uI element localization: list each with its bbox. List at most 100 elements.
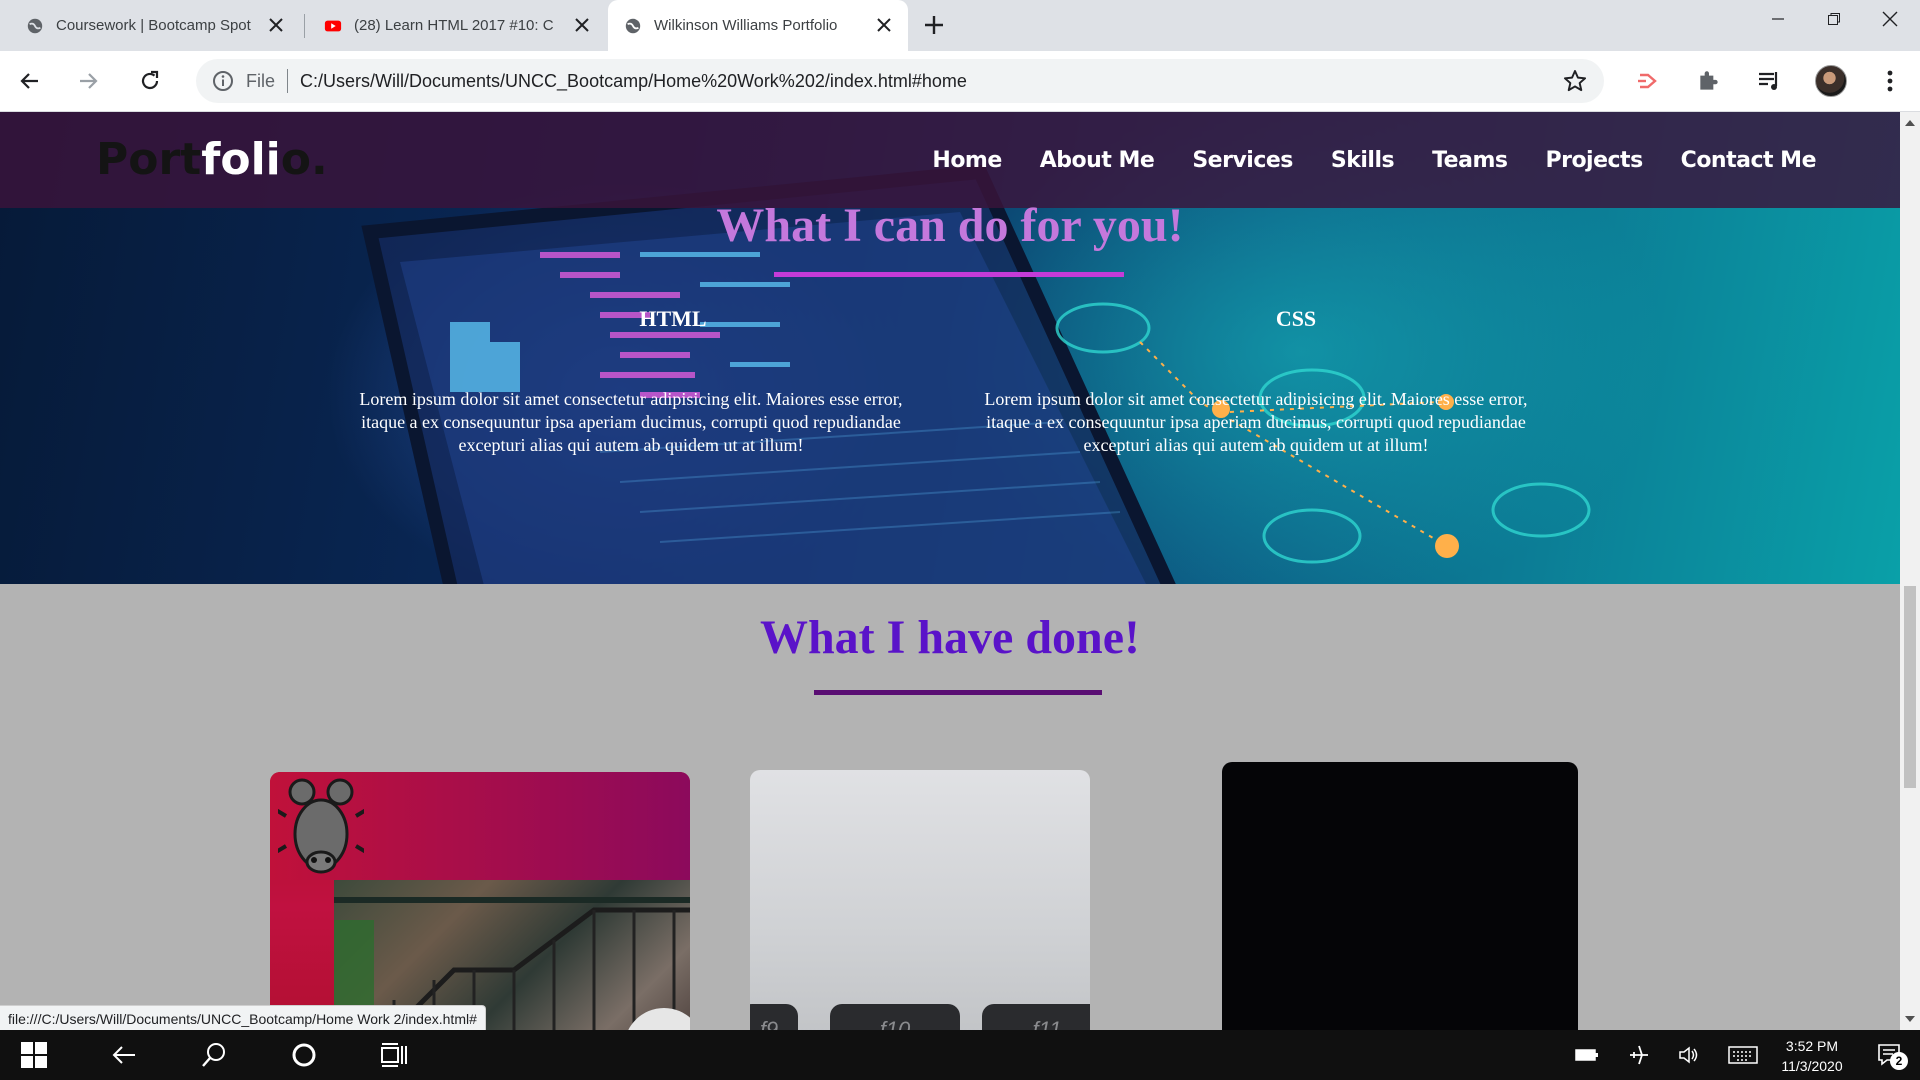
services-section: Portfolio. Home About Me Services Skills… bbox=[0, 112, 1900, 584]
browser-toolbar: File C:/Users/Will/Documents/UNCC_Bootca… bbox=[0, 51, 1920, 112]
close-icon[interactable] bbox=[874, 15, 894, 35]
scroll-down-icon[interactable] bbox=[1905, 1016, 1915, 1024]
page-scrollbar[interactable] bbox=[1900, 112, 1920, 1030]
airplane-mode-button[interactable] bbox=[1616, 1030, 1662, 1080]
close-window-button[interactable] bbox=[1860, 0, 1920, 38]
action-center-button[interactable]: 2 bbox=[1866, 1030, 1914, 1080]
address-bar[interactable]: File C:/Users/Will/Documents/UNCC_Bootca… bbox=[196, 59, 1604, 103]
speaker-icon bbox=[1679, 1046, 1698, 1064]
more-vertical-icon bbox=[1887, 70, 1893, 92]
nav-menu: Home About Me Services Skills Teams Proj… bbox=[932, 148, 1816, 173]
close-icon[interactable] bbox=[266, 15, 286, 35]
puzzle-icon bbox=[1700, 71, 1718, 90]
tab-title: Coursework | Bootcamp Spot bbox=[56, 17, 251, 34]
search-icon bbox=[202, 1043, 225, 1067]
volume-button[interactable] bbox=[1666, 1030, 1712, 1080]
minimize-icon bbox=[1772, 18, 1784, 20]
back-button[interactable] bbox=[10, 61, 50, 101]
battery-button[interactable] bbox=[1564, 1030, 1610, 1080]
tab-strip: Coursework | Bootcamp Spot (28) Learn HT… bbox=[0, 0, 1920, 51]
nav-home[interactable]: Home bbox=[932, 148, 1002, 173]
site-logo[interactable]: Portfolio. bbox=[96, 134, 328, 185]
logo-part: o. bbox=[280, 134, 328, 185]
keyboard-key: f10 bbox=[830, 1004, 960, 1030]
restore-button[interactable] bbox=[1804, 0, 1864, 38]
scroll-up-icon[interactable] bbox=[1905, 118, 1915, 126]
page-viewport: Portfolio. Home About Me Services Skills… bbox=[0, 112, 1900, 1030]
battery-icon bbox=[1575, 1049, 1598, 1061]
project-card-dark[interactable] bbox=[1222, 762, 1578, 1030]
nav-skills[interactable]: Skills bbox=[1331, 148, 1395, 173]
scrollbar-thumb[interactable] bbox=[1904, 586, 1916, 788]
url-text[interactable]: C:/Users/Will/Documents/UNCC_Bootcamp/Ho… bbox=[300, 71, 967, 92]
menu-button[interactable] bbox=[1870, 61, 1910, 101]
task-view-icon bbox=[381, 1043, 407, 1067]
info-icon[interactable] bbox=[212, 70, 234, 92]
nav-projects[interactable]: Projects bbox=[1545, 148, 1643, 173]
close-icon[interactable] bbox=[572, 15, 592, 35]
avatar bbox=[1815, 65, 1847, 97]
clock-date: 11/3/2020 bbox=[1781, 1058, 1843, 1074]
nav-teams[interactable]: Teams bbox=[1432, 148, 1508, 173]
tab-youtube[interactable]: (28) Learn HTML 2017 #10: Cre bbox=[306, 0, 606, 51]
keyboard-key: f11 bbox=[982, 1004, 1090, 1030]
cortana-circle-icon bbox=[292, 1043, 316, 1067]
services-heading: What I can do for you! bbox=[716, 199, 1184, 252]
arrow-right-icon bbox=[80, 73, 98, 89]
nav-services[interactable]: Services bbox=[1192, 148, 1293, 173]
tab-coursework[interactable]: Coursework | Bootcamp Spot bbox=[0, 0, 300, 51]
arrow-left-icon bbox=[20, 73, 38, 89]
taskbar-back-button[interactable] bbox=[96, 1030, 152, 1080]
logo-part: Port bbox=[96, 134, 202, 185]
clock-time: 3:52 PM bbox=[1785, 1038, 1839, 1054]
globe-icon bbox=[625, 18, 641, 33]
rat-mascot-icon bbox=[278, 778, 364, 874]
youtube-icon bbox=[324, 20, 342, 31]
extension-cast-button[interactable] bbox=[1628, 61, 1668, 101]
tab-title: (28) Learn HTML 2017 #10: Cre bbox=[354, 17, 554, 34]
cortana-button[interactable] bbox=[276, 1030, 332, 1080]
tab-divider bbox=[304, 14, 305, 38]
close-icon bbox=[1882, 11, 1898, 27]
start-button[interactable] bbox=[6, 1030, 62, 1080]
project-card-keyboard[interactable]: f9 f10 f11 bbox=[750, 770, 1090, 1030]
star-icon[interactable] bbox=[1562, 68, 1588, 94]
project-card-game[interactable] bbox=[270, 772, 690, 1030]
nav-about-me[interactable]: About Me bbox=[1040, 148, 1155, 173]
heading-underline bbox=[774, 272, 1124, 277]
task-view-button[interactable] bbox=[366, 1030, 422, 1080]
keyboard-key: f9 bbox=[750, 1004, 798, 1030]
projects-heading: What I have done! bbox=[759, 611, 1141, 664]
tab-title: Wilkinson Williams Portfolio bbox=[654, 17, 838, 34]
service-title-css: CSS bbox=[1275, 306, 1317, 331]
playlist-icon bbox=[1759, 72, 1778, 90]
new-tab-plus-icon[interactable] bbox=[921, 12, 947, 38]
globe-icon bbox=[27, 18, 43, 33]
keyboard-icon bbox=[1728, 1046, 1758, 1064]
reload-button[interactable] bbox=[130, 61, 170, 101]
search-button[interactable] bbox=[186, 1030, 242, 1080]
profile-button[interactable] bbox=[1811, 61, 1851, 101]
omnibox-divider bbox=[287, 69, 289, 93]
notification-count-badge: 2 bbox=[1890, 1052, 1908, 1070]
extensions-button[interactable] bbox=[1689, 61, 1729, 101]
logo-part: foli bbox=[201, 134, 281, 185]
airplane-icon bbox=[1630, 1045, 1648, 1065]
touch-keyboard-button[interactable] bbox=[1720, 1030, 1766, 1080]
service-title-html: HTML bbox=[639, 306, 707, 331]
restore-icon bbox=[1828, 13, 1840, 25]
forward-button[interactable] bbox=[68, 61, 108, 101]
reload-icon bbox=[141, 70, 159, 90]
tab-portfolio[interactable]: Wilkinson Williams Portfolio bbox=[608, 0, 908, 51]
minimize-button[interactable] bbox=[1748, 0, 1808, 38]
system-clock[interactable]: 3:52 PM 11/3/2020 bbox=[1772, 1036, 1852, 1076]
nav-contact-me[interactable]: Contact Me bbox=[1681, 148, 1817, 173]
arrow-left-icon bbox=[112, 1046, 135, 1064]
service-text-css: Lorem ipsum dolor sit amet consectetur a… bbox=[984, 389, 1528, 455]
media-controls-button[interactable] bbox=[1749, 61, 1789, 101]
service-text-html: Lorem ipsum dolor sit amet consectetur a… bbox=[359, 389, 903, 455]
scheme-label: File bbox=[246, 70, 276, 91]
heading-underline bbox=[814, 690, 1102, 695]
link-status-bubble: file:///C:/Users/Will/Documents/UNCC_Boo… bbox=[0, 1005, 486, 1032]
cast-extension-icon bbox=[1638, 73, 1657, 89]
